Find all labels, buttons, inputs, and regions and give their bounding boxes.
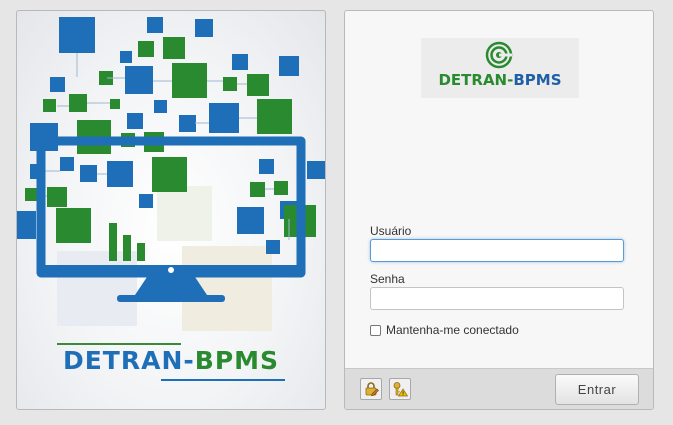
login-panel: DETRAN-BPMS Usuário Senha Mantenha-me co… <box>344 10 654 410</box>
brand-underline-blue <box>161 379 285 381</box>
login-footer: Entrar <box>345 368 653 409</box>
lock-edit-button[interactable] <box>360 378 382 400</box>
monitor-data-illustration <box>17 17 325 331</box>
brand-part1: DETRAN <box>62 346 184 375</box>
remember-checkbox[interactable] <box>370 324 381 336</box>
enter-button[interactable]: Entrar <box>555 374 639 405</box>
logo-part1: DETRAN <box>438 71 508 89</box>
concentric-circles-icon <box>485 41 513 69</box>
remember-label: Mantenha-me conectado <box>386 323 519 337</box>
login-logo-text: DETRAN-BPMS <box>421 71 579 89</box>
branding-panel: DETRAN-BPMS <box>16 10 326 410</box>
brand-wordmark: DETRAN-BPMS <box>17 345 325 377</box>
username-label: Usuário <box>370 224 412 238</box>
key-warning-button[interactable] <box>389 378 411 400</box>
password-label: Senha <box>370 272 405 286</box>
username-input[interactable] <box>370 239 624 262</box>
key-warning-icon <box>393 382 408 397</box>
brand-dash: - <box>183 346 195 375</box>
remember-me[interactable]: Mantenha-me conectado <box>370 323 519 337</box>
logo-part2: BPMS <box>513 71 562 89</box>
lock-edit-icon <box>365 382 379 397</box>
login-logo: DETRAN-BPMS <box>421 38 579 98</box>
password-input[interactable] <box>370 287 624 310</box>
brand-part2: BPMS <box>194 346 280 375</box>
